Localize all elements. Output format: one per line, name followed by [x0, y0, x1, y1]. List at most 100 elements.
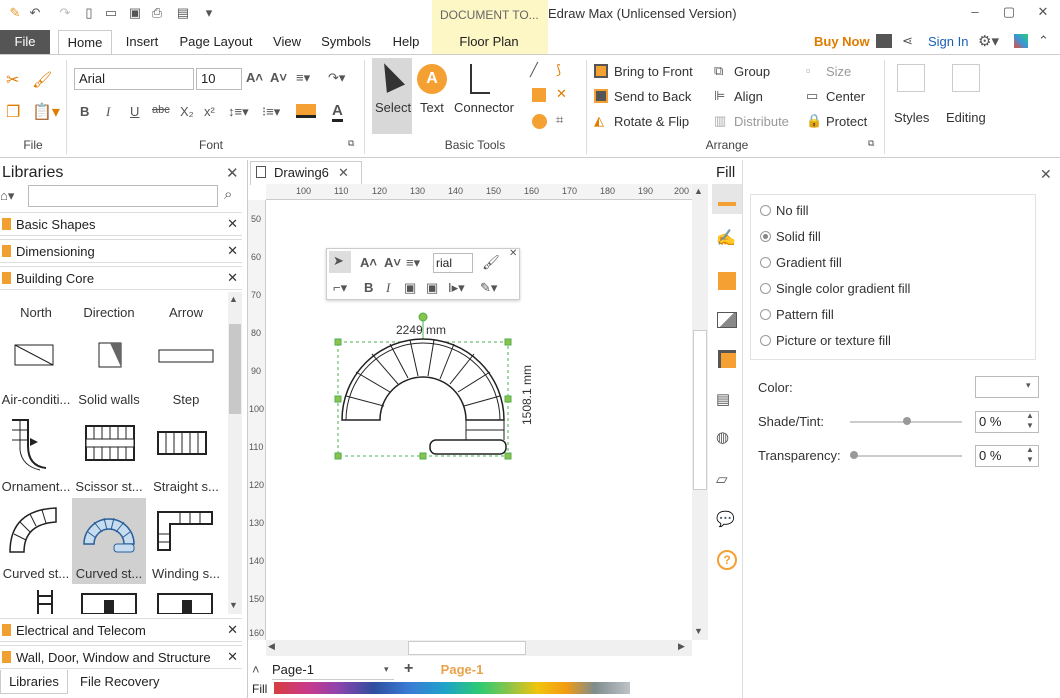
air-conditioner-shape-icon[interactable] [14, 344, 54, 366]
scroll-up-icon[interactable]: ▲ [694, 186, 703, 196]
shape-direction[interactable]: Direction [73, 305, 145, 320]
settings-gear-icon[interactable]: ⚙▾ [978, 32, 999, 50]
transparency-slider-track[interactable] [850, 455, 962, 457]
mini-connector-icon[interactable]: ⌐▾ [333, 280, 347, 296]
mini-format-painter-icon[interactable]: 🖌 [482, 254, 500, 271]
send-back-button[interactable]: Send to Back [614, 89, 691, 104]
stair-shape-icon[interactable] [30, 590, 60, 614]
library-search-input[interactable] [28, 185, 218, 207]
align-icon[interactable]: ⊫ [714, 88, 725, 104]
mini-bold-icon[interactable]: B [364, 280, 373, 295]
shape-arrow[interactable]: Arrow [150, 305, 222, 320]
shape-straight-stair[interactable]: Straight s... [150, 479, 222, 494]
app-menu-icon[interactable] [1014, 34, 1028, 48]
close-fill-panel-icon[interactable]: ✕ [1040, 166, 1052, 183]
shape-curved-stair[interactable]: Curved st... [0, 566, 72, 581]
align-button[interactable]: Align [734, 89, 763, 104]
text-tool-icon[interactable]: A [417, 64, 447, 94]
text-direction-icon[interactable]: ↷▾ [328, 70, 345, 86]
share-icon[interactable]: ⋖ [902, 33, 913, 49]
crop-tool-icon[interactable]: ⌗ [556, 112, 563, 128]
mini-shrink-font-icon[interactable]: A˅ [384, 255, 401, 270]
fill-option-pattern[interactable]: Pattern fill [760, 307, 834, 322]
mini-bring-front-icon[interactable]: ▣ [404, 280, 416, 296]
scroll-left-icon[interactable]: ◀ [268, 641, 275, 652]
buy-now-link[interactable]: Buy Now [814, 34, 870, 49]
scissor-stair-shape-icon[interactable] [84, 424, 136, 462]
mini-font-select[interactable]: rial [433, 253, 473, 273]
curved-stair-blue-shape-icon[interactable] [80, 506, 138, 554]
stair-shape-icon[interactable] [80, 592, 138, 614]
library-scrollbar-thumb[interactable] [229, 324, 241, 414]
rotate-flip-button[interactable]: Rotate & Flip [614, 114, 689, 129]
distribute-button[interactable]: Distribute [734, 114, 789, 129]
scroll-right-icon[interactable]: ▶ [678, 641, 685, 652]
italic-icon[interactable]: I [106, 104, 110, 120]
rectangle-tool-icon[interactable] [532, 88, 546, 102]
fill-option-no-fill[interactable]: No fill [760, 203, 809, 218]
shape-scissor-stair[interactable]: Scissor st... [73, 479, 145, 494]
fill-option-solid-fill[interactable]: Solid fill [760, 229, 821, 244]
tab-libraries[interactable]: Libraries [0, 670, 68, 694]
cart-icon[interactable] [876, 34, 892, 48]
bold-icon[interactable]: B [80, 104, 89, 119]
highlight-color-icon[interactable] [296, 104, 316, 118]
print-icon[interactable]: ⎙ [148, 4, 166, 22]
canvas-vertical-scroll-thumb[interactable] [693, 330, 707, 490]
superscript-icon[interactable]: x² [204, 104, 215, 119]
group-icon[interactable]: ⧉ [714, 63, 723, 79]
tab-page-layout[interactable]: Page Layout [176, 30, 256, 54]
font-name-select[interactable]: Arial [74, 68, 194, 90]
canvas-horizontal-scroll-thumb[interactable] [408, 641, 526, 655]
search-icon[interactable]: ⌕ [224, 186, 232, 203]
tab-help[interactable]: Help [388, 30, 424, 54]
shape-winding-stair[interactable]: Winding s... [150, 566, 222, 581]
align-text-icon[interactable]: ≡▾ [296, 70, 310, 86]
arrange-dialog-launcher-icon[interactable]: ⧉ [868, 138, 874, 149]
shape-solid-walls[interactable]: Solid walls [73, 392, 145, 407]
mini-italic-icon[interactable]: I [386, 280, 390, 296]
quick-access-more-icon[interactable]: ▾ [200, 4, 218, 22]
help-icon[interactable]: ? [717, 550, 737, 570]
library-home-icon[interactable]: ⌂▾ [0, 188, 14, 204]
font-size-select[interactable]: 10 [196, 68, 242, 90]
bring-front-icon[interactable] [594, 64, 608, 78]
layer-icon[interactable] [718, 350, 736, 368]
add-page-icon[interactable]: + [404, 660, 413, 678]
sign-in-link[interactable]: Sign In [928, 34, 968, 49]
font-color-icon[interactable]: A [332, 102, 343, 122]
color-palette[interactable] [274, 682, 630, 694]
text-tool-label[interactable]: Text [420, 100, 444, 115]
protect-button[interactable]: Protect [826, 114, 867, 129]
cross-tool-icon[interactable]: ✕ [556, 86, 567, 102]
format-painter-icon[interactable]: 🖌 [32, 70, 52, 90]
size-icon[interactable]: ▫ [806, 63, 811, 78]
page-select[interactable]: Page-1 [272, 662, 394, 680]
mini-grow-font-icon[interactable]: A˄ [360, 255, 377, 270]
attachment-icon[interactable]: ▱ [716, 470, 728, 488]
transparency-slider-thumb[interactable] [850, 451, 858, 459]
protect-icon[interactable]: 🔒 [806, 113, 822, 129]
tab-view[interactable]: View [268, 30, 306, 54]
fill-option-picture[interactable]: Picture or texture fill [760, 333, 891, 348]
editing-icon[interactable] [952, 64, 980, 92]
font-dialog-launcher-icon[interactable]: ⧉ [348, 138, 354, 149]
tab-insert[interactable]: Insert [120, 30, 164, 54]
shadow-icon[interactable] [718, 272, 736, 290]
tab-floor-plan[interactable]: Floor Plan [456, 30, 522, 54]
center-icon[interactable]: ▭ [806, 88, 818, 104]
redo-icon[interactable]: ↷ [56, 4, 74, 22]
line-style-icon[interactable]: ✍ [716, 228, 736, 248]
minimize-button[interactable]: – [964, 4, 986, 22]
library-section-wall-door[interactable]: Wall, Door, Window and Structure ✕ [0, 645, 242, 669]
ellipse-tool-icon[interactable] [532, 114, 547, 129]
straight-stair-shape-icon[interactable] [156, 430, 208, 456]
tab-symbols[interactable]: Symbols [318, 30, 374, 54]
shape-curved-stair-selected[interactable]: Curved st... [73, 566, 145, 581]
tab-home[interactable]: Home [58, 30, 112, 54]
page-properties-icon[interactable]: ▤ [716, 390, 730, 408]
solid-walls-shape-icon[interactable] [98, 342, 122, 368]
page-tab-active[interactable]: Page-1 [430, 662, 494, 680]
close-drawing-icon[interactable]: ✕ [338, 165, 349, 181]
shape-step[interactable]: Step [150, 392, 222, 407]
